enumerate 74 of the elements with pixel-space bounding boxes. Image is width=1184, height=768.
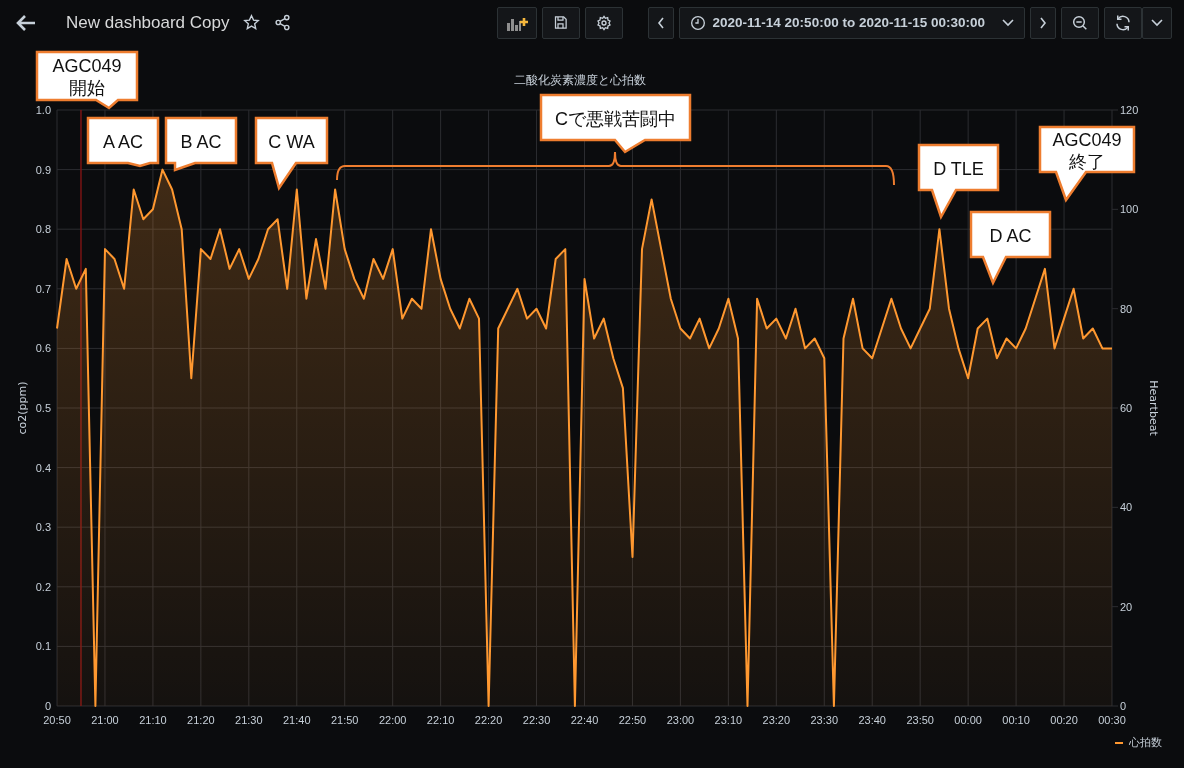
callout: C WA — [254, 116, 329, 191]
x-axis-label: 23:00 — [666, 714, 695, 725]
legend-label[interactable]: 心拍数 — [1129, 735, 1162, 750]
y-axis-label: 0.1 — [35, 640, 51, 653]
callout: D TLE — [917, 143, 1000, 221]
refresh-dropdown-button[interactable] — [1142, 6, 1172, 39]
caret-icon — [1151, 18, 1163, 27]
chevron-right-icon — [1039, 16, 1047, 29]
y-axis-label: 0 — [1120, 700, 1127, 712]
brace-callout: Cで悪戦苦闘中 — [336, 93, 895, 186]
x-axis-label: 22:20 — [474, 714, 503, 725]
caret-icon — [1002, 18, 1014, 27]
save-icon — [553, 15, 569, 30]
y-axis-label: 0.3 — [35, 521, 51, 534]
dashboard-title[interactable]: New dashboard Copy — [66, 12, 230, 33]
y-axis-label: 0.7 — [35, 282, 51, 295]
x-axis-label: 22:10 — [426, 714, 455, 725]
callout: D AC — [969, 210, 1052, 287]
y-axis-label: 1.0 — [35, 104, 51, 116]
y-axis-label: 0.9 — [35, 163, 51, 176]
zoom-out-icon — [1072, 14, 1088, 31]
x-axis-label: 00:00 — [954, 714, 982, 725]
x-axis-label: 00:10 — [1002, 714, 1030, 725]
x-axis-label: 21:30 — [235, 714, 263, 725]
x-axis-label: 00:30 — [1098, 714, 1126, 725]
time-range-picker[interactable]: 2020-11-14 20:50:00 to 2020-11-15 00:30:00 — [678, 6, 1025, 39]
chart-title: 二酸化炭素濃度と心拍数 — [514, 73, 646, 87]
x-axis-label: 21:20 — [187, 714, 215, 725]
share-icon[interactable] — [274, 14, 292, 31]
y-axis-label: 0.8 — [35, 223, 51, 236]
clock-icon — [689, 14, 706, 31]
callout: AGC049 終了 — [1038, 125, 1136, 203]
x-axis-label: 21:40 — [283, 714, 311, 725]
x-axis-label: 21:00 — [91, 714, 119, 725]
y-axis-label: 0.6 — [35, 342, 51, 355]
x-axis-label: 20:50 — [43, 714, 71, 725]
x-axis-label: 22:30 — [522, 714, 551, 725]
y-axis-label: 100 — [1120, 203, 1139, 216]
x-axis-label: 23:10 — [714, 714, 743, 725]
y-axis-label: 0.5 — [35, 402, 51, 414]
chevron-left-icon — [656, 16, 665, 29]
y-axis-label: 0.4 — [35, 461, 51, 474]
next-button[interactable] — [1030, 6, 1056, 39]
x-axis-label: 21:50 — [330, 714, 359, 725]
y-axis-label: 60 — [1120, 402, 1133, 414]
x-axis-label: 00:20 — [1050, 714, 1078, 725]
y-axis-label: 40 — [1120, 501, 1133, 514]
x-axis-label: 23:30 — [810, 714, 839, 725]
y-axis-label: 80 — [1120, 302, 1133, 315]
x-axis-label: 23:40 — [858, 714, 886, 725]
settings-icon — [595, 14, 612, 31]
back-arrow-icon — [16, 13, 36, 32]
x-axis-label: 21:10 — [139, 714, 167, 725]
previous-button[interactable] — [647, 6, 674, 39]
x-axis-label: 22:00 — [378, 714, 407, 725]
x-axis-label: 22:40 — [570, 714, 599, 725]
settings-button[interactable] — [584, 6, 623, 39]
callout: B AC — [164, 116, 238, 172]
y-axis-title: Heartbeat — [1147, 380, 1160, 436]
zoom-out-button[interactable] — [1061, 6, 1099, 39]
y-axis-label: 0 — [44, 700, 51, 712]
y-axis-label: 120 — [1120, 104, 1139, 116]
callout: A AC — [86, 116, 160, 168]
add-panel-button[interactable] — [496, 6, 537, 39]
refresh-icon — [1114, 13, 1132, 32]
y-axis-label: 0.2 — [35, 580, 51, 593]
refresh-button[interactable] — [1104, 6, 1142, 39]
y-axis-title: co2(ppm) — [16, 381, 29, 435]
y-axis-label: 20 — [1120, 600, 1133, 613]
x-axis-label: 23:20 — [762, 714, 791, 725]
star-icon[interactable] — [243, 14, 261, 31]
x-axis-label: 23:50 — [906, 714, 934, 725]
save-button[interactable] — [541, 6, 580, 39]
x-axis-label: 22:50 — [618, 714, 647, 725]
